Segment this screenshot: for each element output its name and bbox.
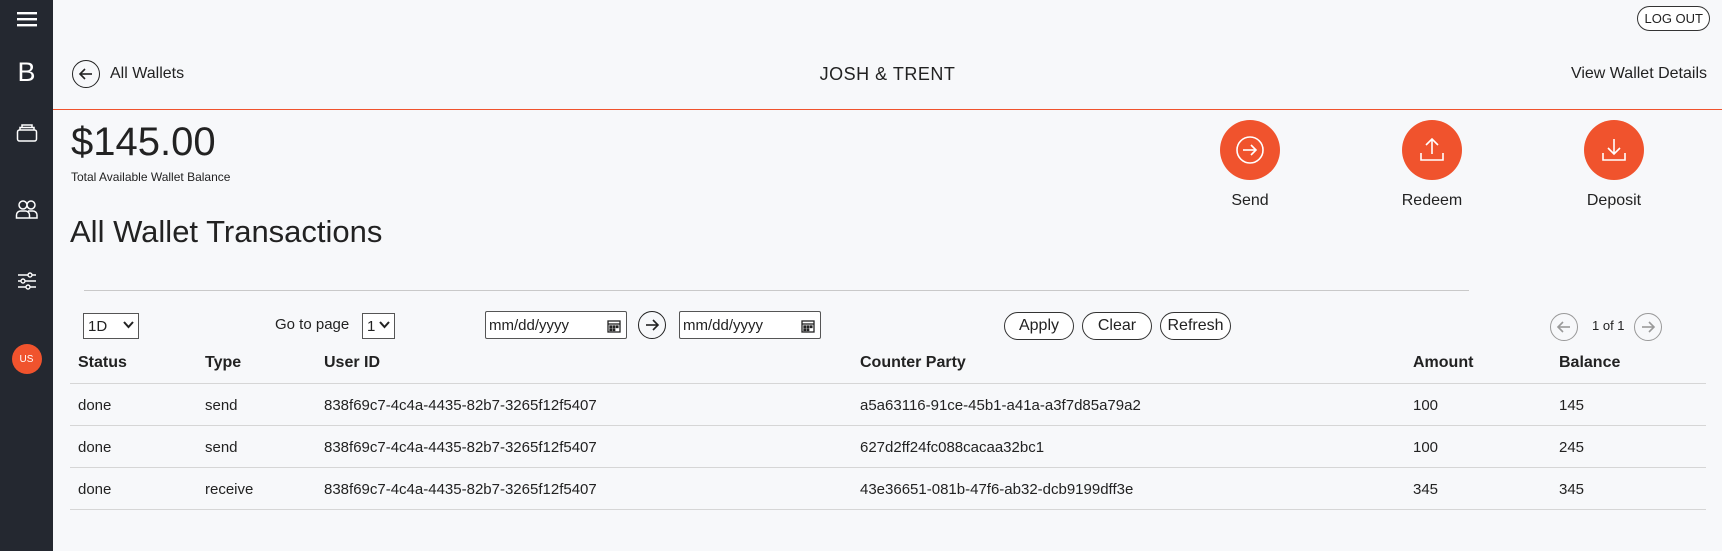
- cell-status: done: [78, 481, 112, 498]
- arrow-right-circle-icon: [1220, 120, 1280, 180]
- cell-counter-party: 43e36651-081b-47f6-ab32-dcb9199dff3e: [860, 481, 1134, 498]
- wallet-title: JOSH & TRENT: [819, 64, 956, 84]
- pagination-status: 1 of 1: [1592, 318, 1625, 333]
- cell-status: done: [78, 397, 112, 414]
- table-row[interactable]: done send 838f69c7-4c4a-4435-82b7-3265f1…: [70, 384, 1706, 426]
- users-icon[interactable]: [0, 194, 53, 224]
- deposit-label: Deposit: [1586, 192, 1642, 209]
- arrow-left-icon: [1556, 321, 1570, 333]
- cell-balance: 345: [1559, 481, 1585, 498]
- deposit-button[interactable]: Deposit: [1569, 120, 1659, 210]
- column-header-amount: Amount: [1413, 354, 1474, 371]
- cell-type: receive: [205, 481, 254, 498]
- cell-amount: 345: [1413, 481, 1439, 498]
- clear-button[interactable]: Clear: [1082, 312, 1152, 340]
- send-label: Send: [1231, 192, 1269, 209]
- date-to-placeholder: mm/dd/yyyy: [683, 316, 764, 334]
- wallet-balance-caption: Total Available Wallet Balance: [71, 170, 231, 184]
- column-header-status: Status: [78, 354, 127, 371]
- calendar-icon: [801, 320, 815, 333]
- previous-page-button[interactable]: [1550, 313, 1578, 341]
- column-header-balance: Balance: [1559, 354, 1621, 371]
- cell-status: done: [78, 439, 112, 456]
- redeem-label: Redeem: [1401, 192, 1463, 209]
- transactions-table: Status Type User ID Counter Party Amount…: [70, 352, 1706, 510]
- cell-type: send: [205, 397, 238, 414]
- sidebar: B US: [0, 0, 53, 551]
- menu-icon[interactable]: [0, 6, 53, 32]
- brand-logo[interactable]: B: [0, 54, 53, 90]
- upload-icon: [1402, 120, 1462, 180]
- column-header-user-id: User ID: [324, 354, 381, 371]
- date-range-arrow-icon[interactable]: [638, 311, 666, 339]
- settings-sliders-icon[interactable]: [0, 266, 53, 296]
- wallet-balance: $145.00: [71, 120, 216, 164]
- section-divider: [84, 290, 1469, 291]
- calendar-icon: [607, 320, 621, 333]
- download-icon: [1584, 120, 1644, 180]
- page-select[interactable]: 1: [362, 313, 395, 339]
- cell-type: send: [205, 439, 238, 456]
- refresh-button[interactable]: Refresh: [1160, 312, 1231, 340]
- table-row[interactable]: done receive 838f69c7-4c4a-4435-82b7-326…: [70, 468, 1706, 510]
- apply-button[interactable]: Apply: [1004, 312, 1074, 340]
- cell-counter-party: a5a63116-91ce-45b1-a41a-a3f7d85a79a2: [860, 397, 1141, 414]
- date-from-input[interactable]: mm/dd/yyyy: [485, 311, 627, 339]
- cell-amount: 100: [1413, 439, 1439, 456]
- table-header: Status Type User ID Counter Party Amount…: [70, 352, 1706, 384]
- column-header-type: Type: [205, 354, 242, 371]
- cell-counter-party: 627d2ff24fc088cacaa32bc1: [860, 439, 1045, 456]
- column-header-counter-party: Counter Party: [860, 354, 966, 371]
- transactions-toolbar: 1D Go to page 1 mm/dd/yyyy mm/dd/yyyy Ap…: [53, 310, 1722, 342]
- brand-logo-letter: B: [17, 56, 36, 87]
- page-select-value: 1: [367, 317, 376, 335]
- wallet-icon[interactable]: [0, 118, 53, 148]
- user-avatar[interactable]: US: [0, 343, 53, 375]
- next-page-button[interactable]: [1634, 313, 1662, 341]
- period-select[interactable]: 1D: [83, 313, 139, 339]
- cell-user-id: 838f69c7-4c4a-4435-82b7-3265f12f5407: [324, 397, 597, 414]
- date-to-input[interactable]: mm/dd/yyyy: [679, 311, 821, 339]
- period-select-value: 1D: [88, 317, 108, 335]
- chevron-down-icon: [123, 321, 134, 329]
- table-row[interactable]: done send 838f69c7-4c4a-4435-82b7-3265f1…: [70, 426, 1706, 468]
- transactions-title: All Wallet Transactions: [70, 214, 383, 249]
- chevron-down-icon: [379, 321, 390, 329]
- goto-page-label: Go to page: [275, 316, 350, 333]
- cell-balance: 145: [1559, 397, 1585, 414]
- arrow-right-icon: [1642, 321, 1656, 333]
- cell-amount: 100: [1413, 397, 1439, 414]
- logout-button[interactable]: LOG OUT: [1637, 6, 1710, 31]
- view-wallet-details-link[interactable]: View Wallet Details: [1571, 65, 1707, 83]
- cell-user-id: 838f69c7-4c4a-4435-82b7-3265f12f5407: [324, 481, 597, 498]
- wallet-header: All Wallets JOSH & TRENT View Wallet Det…: [53, 54, 1722, 110]
- main-content: LOG OUT All Wallets JOSH & TRENT View Wa…: [53, 0, 1722, 551]
- user-avatar-initials: US: [11, 344, 42, 374]
- date-from-placeholder: mm/dd/yyyy: [489, 316, 570, 334]
- send-button[interactable]: Send: [1205, 120, 1295, 210]
- cell-user-id: 838f69c7-4c4a-4435-82b7-3265f12f5407: [324, 439, 597, 456]
- redeem-button[interactable]: Redeem: [1387, 120, 1477, 210]
- cell-balance: 245: [1559, 439, 1585, 456]
